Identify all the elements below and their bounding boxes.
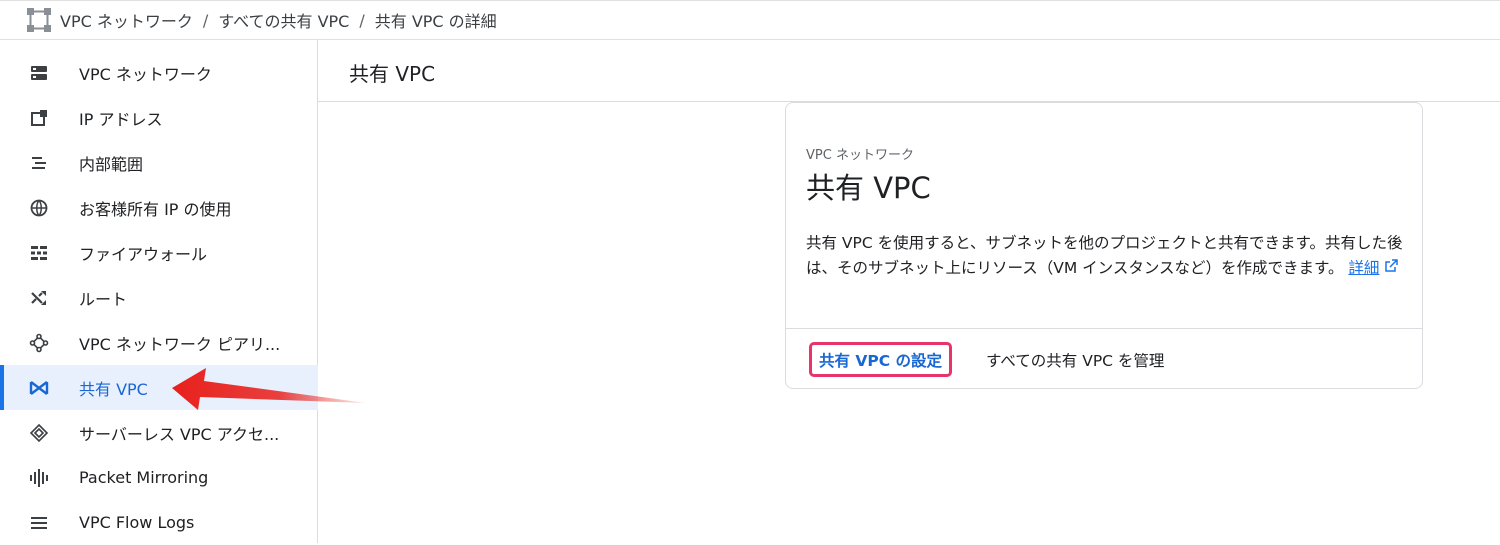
sidebar-item-serverless-vpc-access[interactable]: サーバーレス VPC アクセ... [0,410,318,455]
sidebar-item-label: サーバーレス VPC アクセ... [79,424,280,444]
manage-all-shared-vpc-button[interactable]: すべての共有 VPC を管理 [986,347,1164,373]
sidebar-item-label: IP アドレス [79,109,163,129]
sidebar-item-label: VPC ネットワーク ピアリ... [79,334,281,354]
card-divider [786,328,1422,329]
vpc-network-logo-icon [26,7,52,33]
sidebar-item-label: ルート [79,289,128,309]
sidebar-item-label: Packet Mirroring [79,468,209,487]
ip-address-icon [28,107,50,129]
breadcrumb-all-shared-vpc[interactable]: すべての共有 VPC [218,8,349,32]
sidebar-item-label: VPC ネットワーク [79,64,212,84]
vpc-network-icon [28,62,50,84]
sidebar-item-internal-ranges[interactable]: 内部範囲 [0,140,318,185]
sidebar-item-label: お客様所有 IP の使用 [79,199,232,219]
sidebar-item-vpc-flow-logs[interactable]: VPC Flow Logs [0,500,318,545]
sidebar-item-label: 共有 VPC [79,379,148,399]
serverless-icon [28,422,50,444]
sidebar-item-label: ファイアウォール [79,244,208,264]
sidebar-item-label: 内部範囲 [79,154,144,174]
peering-icon [28,332,50,354]
sidebar-item-firewall[interactable]: ファイアウォール [0,230,318,275]
flow-logs-icon [28,512,50,534]
sidebar-item-byoip[interactable]: お客様所有 IP の使用 [0,185,318,230]
sidebar-item-vpc-peering[interactable]: VPC ネットワーク ピアリ... [0,320,318,365]
page-title: 共有 VPC [349,62,436,86]
card-description-text: 共有 VPC を使用すると、サブネットを他のプロジェクトと共有できます。共有した… [806,234,1403,277]
external-link-icon [1384,256,1399,281]
card-title: 共有 VPC [806,171,931,205]
breadcrumb: VPC ネットワーク / すべての共有 VPC / 共有 VPC の詳細 [0,0,1500,40]
shared-vpc-icon [28,377,50,399]
routes-icon [28,287,50,309]
internal-ranges-icon [28,152,50,174]
sidebar-item-ip-address[interactable]: IP アドレス [0,95,318,140]
page-header: 共有 VPC [318,40,1500,102]
sidebar-item-label: VPC Flow Logs [79,513,195,532]
shared-vpc-card: VPC ネットワーク 共有 VPC 共有 VPC を使用すると、サブネットを他の… [785,102,1423,389]
globe-icon [28,197,50,219]
sidebar-item-routes[interactable]: ルート [0,275,318,320]
firewall-icon [28,242,50,264]
packet-mirroring-icon [28,467,50,489]
breadcrumb-vpc-network[interactable]: VPC ネットワーク [60,8,193,32]
sidebar: VPC ネットワーク IP アドレス 内部範囲 お客様所有 IP の使用 ファイ… [0,40,318,543]
breadcrumb-separator: / [359,10,365,30]
breadcrumb-shared-vpc-details: 共有 VPC の詳細 [374,12,497,31]
breadcrumb-separator: / [202,10,209,30]
setup-shared-vpc-button[interactable]: 共有 VPC の設定 [809,342,952,377]
sidebar-item-vpc-network[interactable]: VPC ネットワーク [0,50,318,95]
card-overline: VPC ネットワーク [806,148,914,163]
annotation-arrow-icon [172,368,366,410]
learn-more-link[interactable]: 詳細 [1348,259,1379,277]
sidebar-item-packet-mirroring[interactable]: Packet Mirroring [0,455,318,500]
card-description: 共有 VPC を使用すると、サブネットを他のプロジェクトと共有できます。共有した… [806,231,1406,281]
